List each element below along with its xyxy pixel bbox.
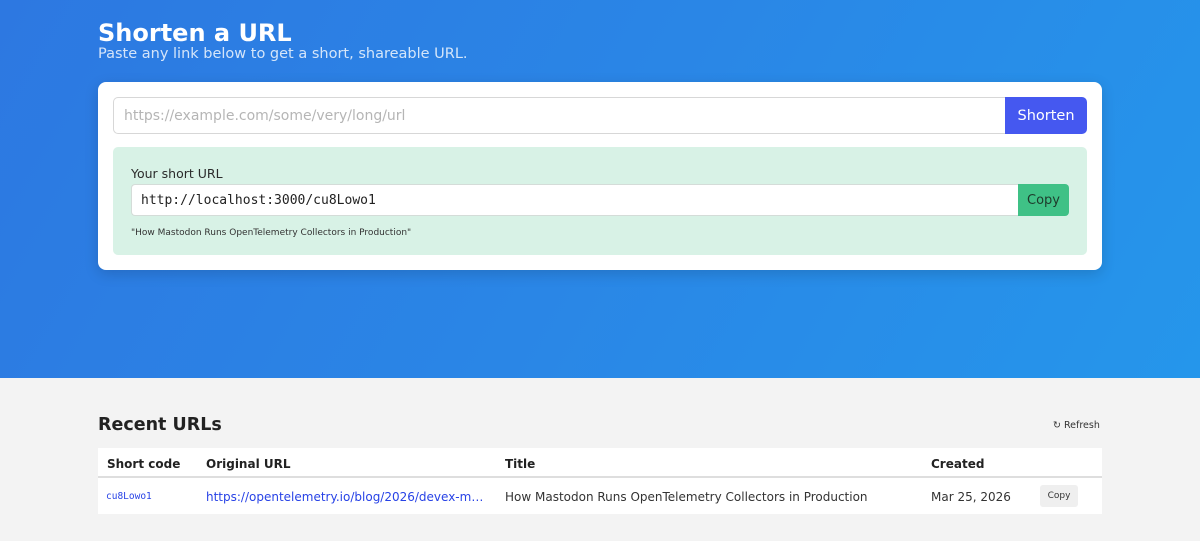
recent-urls-title: Recent URLs — [98, 415, 222, 435]
page-title: Shorten a URL — [98, 19, 292, 47]
short-url-label: Your short URL — [131, 166, 223, 181]
short-code-link[interactable]: cu8Lowo1 — [106, 491, 152, 502]
table-header: Short code Original URL Title Created — [98, 448, 1102, 478]
column-header-title: Title — [505, 457, 536, 471]
original-url-link[interactable]: https://opentelemetry.io/blog/2026/devex… — [206, 490, 486, 504]
refresh-label: Refresh — [1063, 420, 1100, 431]
column-header-short-code: Short code — [107, 457, 181, 471]
short-url-field[interactable] — [131, 184, 1018, 216]
copy-short-url-button[interactable]: Copy — [1018, 184, 1069, 216]
resolved-page-title: "How Mastodon Runs OpenTelemetry Collect… — [131, 228, 412, 238]
url-input[interactable] — [113, 97, 1006, 134]
hero-banner: Shorten a URL Paste any link below to ge… — [0, 0, 1200, 378]
column-header-created: Created — [931, 457, 985, 471]
row-created-date: Mar 25, 2026 — [931, 490, 1011, 504]
shorten-button[interactable]: Shorten — [1005, 97, 1087, 134]
short-url-result: Your short URL Copy "How Mastodon Runs O… — [113, 147, 1087, 255]
refresh-button[interactable]: ↻ Refresh — [1047, 416, 1106, 435]
page-subtitle: Paste any link below to get a short, sha… — [98, 46, 468, 62]
row-title: How Mastodon Runs OpenTelemetry Collecto… — [505, 490, 868, 504]
shorten-card: Shorten Your short URL Copy "How Mastodo… — [98, 82, 1102, 270]
recent-urls-table: Short code Original URL Title Created cu… — [98, 448, 1102, 514]
table-row: cu8Lowo1 https://opentelemetry.io/blog/2… — [98, 480, 1102, 514]
refresh-icon: ↻ — [1053, 420, 1061, 431]
row-copy-button[interactable]: Copy — [1040, 485, 1078, 507]
column-header-original-url: Original URL — [206, 457, 291, 471]
